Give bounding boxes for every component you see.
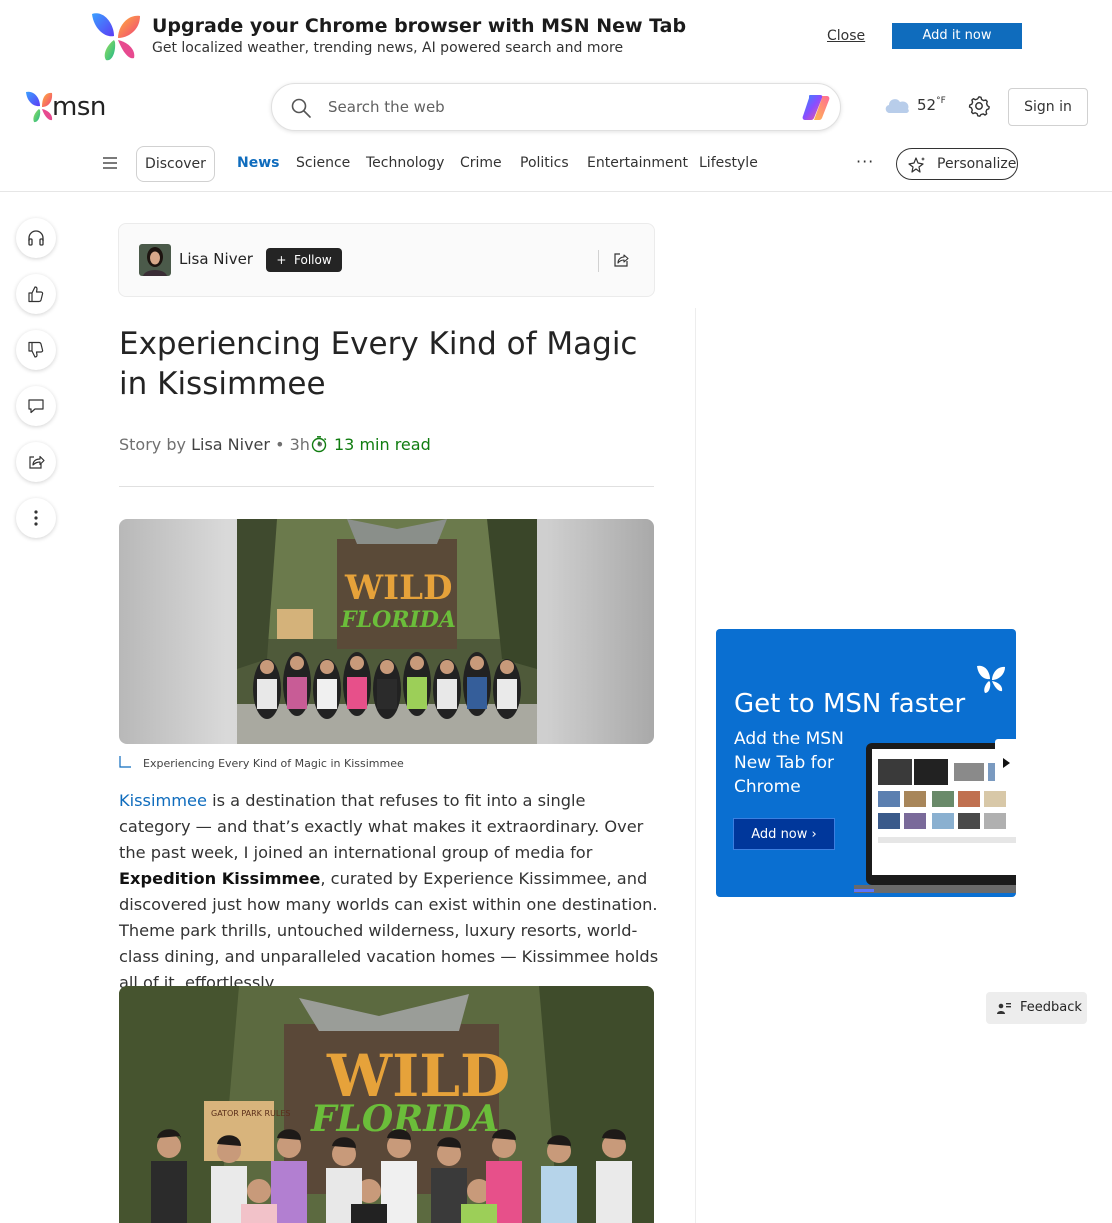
feedback-label: Feedback	[1020, 1000, 1082, 1015]
article-paragraph: Kissimmee is a destination that refuses …	[119, 788, 659, 996]
settings-gear-icon[interactable]	[968, 95, 990, 117]
comment-button[interactable]	[16, 386, 56, 426]
ad-title: Get to MSN faster	[734, 689, 966, 719]
open-external-icon[interactable]	[613, 252, 629, 268]
article-hero-image[interactable]: WILD FLORIDA	[119, 519, 654, 744]
like-button[interactable]	[16, 274, 56, 314]
banner-subtitle: Get localized weather, trending news, AI…	[152, 40, 624, 56]
expedition-kissimmee-bold: Expedition Kissimmee	[119, 869, 321, 888]
more-options-button[interactable]	[16, 498, 56, 538]
search-bar[interactable]	[271, 83, 841, 131]
share-icon	[29, 455, 45, 469]
headphones-icon	[28, 230, 44, 246]
byline-prefix: Story by	[119, 435, 186, 454]
article-divider	[119, 486, 654, 487]
byline: Story by Lisa Niver • 3h •	[119, 435, 324, 454]
search-icon	[291, 98, 311, 118]
sparkle-star-icon	[908, 157, 925, 173]
laptop-screenshot-icon	[854, 743, 1016, 893]
nav-discover[interactable]: Discover	[136, 146, 215, 182]
timer-icon	[311, 436, 327, 453]
weather-temperature[interactable]: 52°F	[917, 96, 946, 114]
personalize-button[interactable]: Personalize	[896, 148, 1018, 180]
author-avatar[interactable]	[139, 244, 171, 276]
column-divider	[695, 308, 696, 1223]
card-divider	[598, 250, 599, 272]
group-photo-wild-florida: WILD FLORIDA	[237, 519, 537, 744]
nav-item-lifestyle[interactable]: Lifestyle	[699, 155, 758, 171]
svg-text:FLORIDA: FLORIDA	[340, 607, 456, 633]
nav-item-entertainment[interactable]: Entertainment	[587, 155, 688, 171]
author-name[interactable]: Lisa Niver	[179, 250, 253, 268]
nav-item-crime[interactable]: Crime	[460, 155, 502, 171]
upgrade-banner: Upgrade your Chrome browser with MSN New…	[0, 0, 1112, 72]
ad-subtitle: Add the MSN New Tab for Chrome	[734, 729, 844, 797]
kissimmee-link[interactable]: Kissimmee	[119, 791, 207, 810]
author-card: Lisa Niver + Follow	[118, 223, 655, 297]
nav-item-technology[interactable]: Technology	[366, 155, 444, 171]
msn-new-tab-ad[interactable]: Get to MSN faster Add the MSN New Tab fo…	[716, 629, 1016, 897]
feedback-button[interactable]: Feedback	[986, 992, 1087, 1024]
banner-close-button[interactable]: Close	[827, 28, 865, 44]
nav-item-science[interactable]: Science	[296, 155, 350, 171]
msn-butterfly-logo-icon	[92, 13, 140, 61]
read-time-label: 13 min read	[334, 435, 431, 454]
banner-title: Upgrade your Chrome browser with MSN New…	[152, 15, 687, 37]
comment-icon	[28, 399, 44, 414]
share-button[interactable]	[16, 442, 56, 482]
nav-more-button[interactable]: ···	[856, 152, 874, 171]
feedback-icon	[997, 1003, 1011, 1014]
add-it-now-button[interactable]: Add it now	[892, 23, 1022, 49]
svg-text:WILD: WILD	[344, 568, 452, 608]
nav-item-politics[interactable]: Politics	[520, 155, 569, 171]
nav-item-news[interactable]: News	[237, 155, 279, 171]
thumbs-up-icon	[28, 286, 44, 303]
copilot-icon[interactable]	[800, 92, 832, 122]
svg-text:GATOR PARK RULES: GATOR PARK RULES	[211, 1109, 290, 1118]
follow-button[interactable]: + Follow	[266, 248, 342, 272]
msn-logo-text[interactable]: msn	[52, 92, 106, 122]
header-divider	[0, 191, 1112, 192]
caption-corner-icon	[119, 756, 131, 768]
dislike-button[interactable]	[16, 330, 56, 370]
hamburger-menu-icon[interactable]	[102, 155, 118, 171]
ad-add-now-button[interactable]: Add now ›	[733, 818, 835, 850]
cloudy-weather-icon[interactable]	[883, 95, 911, 115]
sign-in-button[interactable]: Sign in	[1008, 88, 1088, 126]
image-caption: Experiencing Every Kind of Magic in Kiss…	[143, 757, 404, 770]
thumbs-down-icon	[28, 341, 44, 358]
vertical-ellipsis-icon	[34, 510, 38, 526]
read-time: 13 min read	[310, 435, 431, 454]
msn-butterfly-white-icon	[977, 665, 1005, 693]
article-headline: Experiencing Every Kind of Magic in Kiss…	[119, 326, 638, 402]
follow-label: Follow	[294, 253, 332, 267]
listen-button[interactable]	[16, 218, 56, 258]
article-image-2[interactable]: WILD FLORIDA GATOR PARK RULES	[119, 986, 654, 1223]
ad-next-arrow[interactable]	[995, 739, 1016, 787]
search-input[interactable]	[328, 94, 788, 120]
temperature-unit: °F	[936, 96, 946, 106]
byline-author[interactable]: Lisa Niver	[191, 435, 270, 454]
personalize-label: Personalize	[937, 156, 1017, 172]
plus-icon: +	[276, 253, 287, 267]
group-photo-wild-florida-large: WILD FLORIDA GATOR PARK RULES	[119, 986, 654, 1223]
